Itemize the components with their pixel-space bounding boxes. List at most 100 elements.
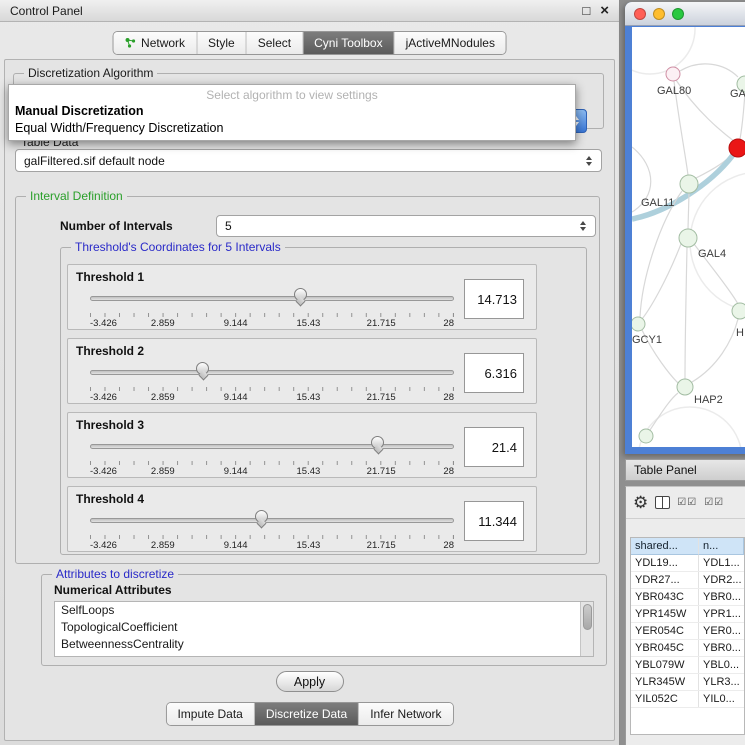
tab-network[interactable]: Network [113, 32, 197, 54]
threshold-value-field[interactable]: 11.344 [464, 501, 524, 541]
algorithm-dropdown-popup: Select algorithm to view settings Manual… [8, 84, 576, 141]
threshold-value-field[interactable]: 21.4 [464, 427, 524, 467]
group-title-attributes: Attributes to discretize [52, 567, 178, 581]
network-node-gal11[interactable] [680, 175, 698, 193]
node-label: H [736, 327, 744, 339]
attribute-item-topologicalcoefficient[interactable]: TopologicalCoefficient [55, 619, 593, 636]
tick-label: 9.144 [224, 392, 248, 403]
network-node-hap2[interactable] [677, 379, 693, 395]
tick-label: 15.43 [297, 392, 321, 403]
slider-track[interactable] [90, 296, 454, 301]
network-node-h[interactable] [732, 303, 745, 319]
slider-track[interactable] [90, 370, 454, 375]
slider-ticks [90, 387, 454, 391]
network-edge [642, 244, 681, 319]
tick-label: -3.426 [90, 392, 117, 403]
algorithm-option-manual-discretization[interactable]: Manual Discretization [9, 103, 575, 120]
algorithm-option-equal-width-frequency-discretization[interactable]: Equal Width/Frequency Discretization [9, 120, 575, 137]
float-panel-button[interactable]: □ [582, 4, 590, 17]
table-row[interactable]: YDR27...YDR2... [631, 572, 744, 589]
table-row[interactable]: YBR043CYBR0... [631, 589, 744, 606]
slider-track[interactable] [90, 518, 454, 523]
threshold-slider[interactable] [90, 291, 454, 309]
threshold-slider[interactable] [90, 513, 454, 531]
tick-label: 15.43 [297, 318, 321, 329]
threshold-label: Threshold 4 [76, 492, 144, 506]
attribute-item-selfloops[interactable]: SelfLoops [55, 602, 593, 619]
column-header-2[interactable]: n... [699, 538, 744, 555]
network-canvas[interactable]: GAL80GAGAL11GAL4HGCY1HAP2 [632, 27, 745, 447]
slider-thumb[interactable] [255, 510, 268, 523]
select-columns-checkboxes-icon[interactable]: ☑☑ [677, 497, 697, 508]
tick-label: 28 [443, 466, 454, 477]
table-cell: YBR045C [631, 640, 699, 656]
table-row[interactable]: YIL052CYIL0... [631, 691, 744, 708]
slider-track[interactable] [90, 444, 454, 449]
slider-ticks [90, 535, 454, 539]
table-cell: YBR0... [699, 640, 744, 656]
tab-select[interactable]: Select [247, 32, 303, 54]
algorithm-popup-list: Manual DiscretizationEqual Width/Frequen… [9, 103, 575, 137]
scrollbar-thumb[interactable] [583, 604, 592, 630]
table-cell: YER0... [699, 623, 744, 639]
columns-icon[interactable] [655, 496, 670, 509]
list-scrollbar[interactable] [580, 602, 593, 656]
group-title-discretization-algorithm: Discretization Algorithm [24, 66, 157, 80]
node-table-body: YDL19...YDL1...YDR27...YDR2...YBR043CYBR… [631, 555, 744, 708]
tab-cyni-toolbox[interactable]: Cyni Toolbox [303, 32, 394, 54]
slider-thumb[interactable] [371, 436, 384, 449]
tick-label: 21.715 [367, 466, 396, 477]
slider-tick-labels: -3.4262.8599.14415.4321.71528 [90, 466, 454, 477]
table-row[interactable]: YDL19...YDL1... [631, 555, 744, 572]
tab-discretize-data[interactable]: Discretize Data [255, 703, 359, 725]
threshold-value-field[interactable]: 14.713 [464, 279, 524, 319]
panel-title: Control Panel [10, 4, 572, 18]
table-data-select[interactable]: galFiltered.sif default node [15, 149, 602, 172]
minimize-traffic-button[interactable] [653, 8, 665, 20]
select-rows-checkboxes-icon[interactable]: ☑☑ [704, 497, 724, 508]
tick-label: 21.715 [367, 540, 396, 551]
zoom-traffic-button[interactable] [672, 8, 684, 20]
tab-jactivemnodules[interactable]: jActiveMNodules [395, 32, 506, 54]
network-node-gcy1[interactable] [632, 317, 645, 331]
table-cell: YBL079W [631, 657, 699, 673]
tick-label: 28 [443, 392, 454, 403]
close-traffic-button[interactable] [634, 8, 646, 20]
number-of-intervals-select[interactable]: 5 [216, 215, 596, 237]
tick-label: -3.426 [90, 540, 117, 551]
tab-label: Cyni Toolbox [314, 36, 382, 50]
node-label: GAL4 [698, 248, 726, 260]
apply-button[interactable]: Apply [276, 671, 344, 692]
tab-infer-network[interactable]: Infer Network [359, 703, 452, 725]
tab-impute-data[interactable]: Impute Data [166, 703, 254, 725]
slider-thumb[interactable] [294, 288, 307, 301]
table-cell: YIL052C [631, 691, 699, 707]
table-row[interactable]: YPR145WYPR1... [631, 606, 744, 623]
combo-stepper-icon[interactable] [580, 221, 587, 231]
threshold-value-field[interactable]: 6.316 [464, 353, 524, 393]
gear-icon[interactable]: ⚙ [633, 494, 648, 511]
network-node-gal80[interactable] [666, 67, 680, 81]
network-node[interactable] [639, 429, 653, 443]
threshold-slider[interactable] [90, 439, 454, 457]
network-node-gal4[interactable] [679, 229, 697, 247]
attribute-item-betweennesscentrality[interactable]: BetweennessCentrality [55, 636, 593, 653]
threshold-slider[interactable] [90, 365, 454, 383]
combo-stepper-icon[interactable] [586, 156, 593, 166]
table-cell: YBL0... [699, 657, 744, 673]
table-row[interactable]: YBL079WYBL0... [631, 657, 744, 674]
network-node[interactable] [729, 139, 745, 157]
numerical-attributes-list[interactable]: SelfLoopsTopologicalCoefficientBetweenne… [54, 601, 594, 657]
close-panel-button[interactable]: × [600, 3, 609, 18]
table-panel-body: ⚙ ☑☑ ☑☑ shared...n... YDL19...YDL1...YDR… [625, 486, 745, 745]
table-row[interactable]: YBR045CYBR0... [631, 640, 744, 657]
tick-label: 2.859 [151, 540, 175, 551]
table-row[interactable]: YER054CYER0... [631, 623, 744, 640]
node-attribute-table: shared...n... YDL19...YDL1...YDR27...YDR… [630, 537, 745, 735]
column-header-1[interactable]: shared... [631, 538, 699, 555]
tick-label: 15.43 [297, 540, 321, 551]
numerical-attributes-label: Numerical Attributes [54, 583, 172, 597]
tab-style[interactable]: Style [197, 32, 247, 54]
table-row[interactable]: YLR345WYLR3... [631, 674, 744, 691]
table-cell: YBR043C [631, 589, 699, 605]
